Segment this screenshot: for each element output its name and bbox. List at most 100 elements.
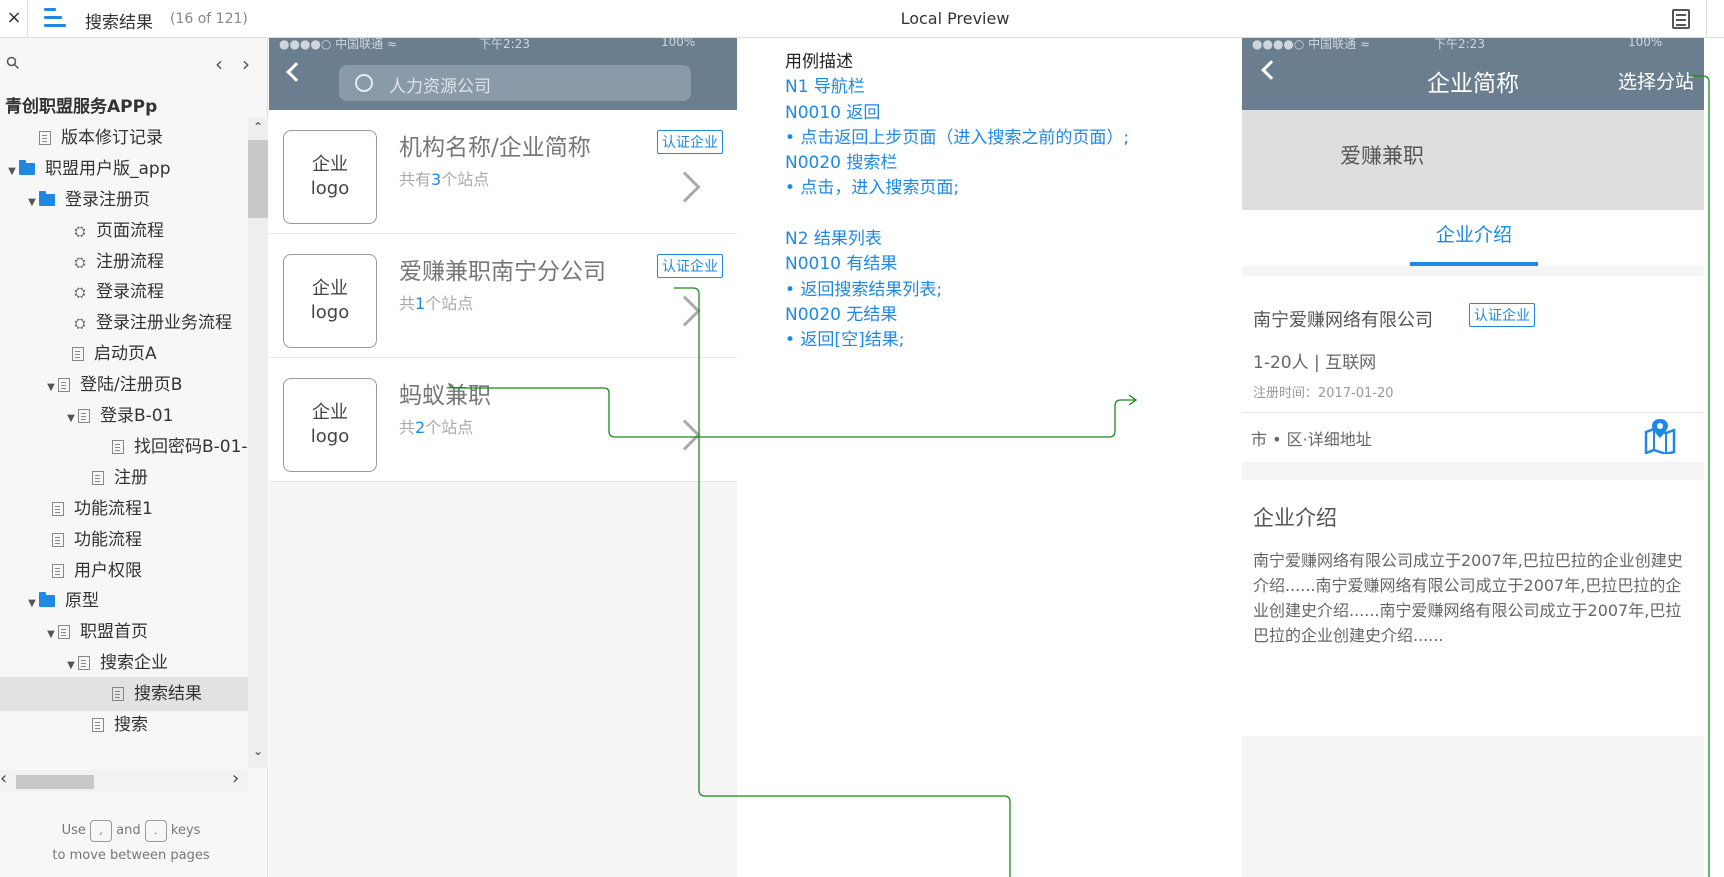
sidebar-item-label: 青创职盟服务APPp — [5, 97, 158, 117]
sidebar-item-label: 注册流程 — [96, 251, 164, 272]
company-info-card: 南宁爱赚网络有限公司 认证企业 1-20人 | 互联网 注册时间：2017-01… — [1242, 276, 1704, 462]
scroll-up-icon[interactable]: ⌃ — [248, 120, 268, 134]
back-icon[interactable] — [286, 62, 306, 82]
result-item[interactable]: 企业 logo 爱赚兼职南宁分公司 共1个站点 认证企业 — [269, 234, 737, 358]
scroll-right-icon[interactable]: › — [232, 768, 239, 789]
map-pin-icon[interactable] — [1644, 418, 1676, 454]
folder-icon — [19, 159, 35, 175]
prev-page-icon[interactable]: ‹ — [215, 52, 223, 76]
search-icon[interactable] — [6, 56, 20, 70]
scroll-down-icon[interactable]: ⌄ — [248, 744, 268, 758]
sidebar-item-label: 搜索企业 — [100, 653, 168, 674]
description-line: N1 导航栏 — [785, 77, 865, 98]
company-logo: 企业 logo — [283, 378, 377, 472]
sidebar-item[interactable]: ⛭ 注册流程 — [58, 245, 164, 279]
sidebar-item[interactable]: 找回密码B-01-1 — [98, 430, 248, 464]
description-line: • 点击返回上步页面（进入搜索之前的页面）; — [785, 127, 1130, 148]
notes-icon[interactable] — [1672, 9, 1690, 29]
key-prev: , — [90, 819, 112, 842]
sidebar-item-label: 登陆/注册页B — [80, 375, 183, 396]
chevron-right-icon — [669, 171, 701, 203]
page-icon — [58, 378, 70, 393]
sidebar-item-label: 职盟用户版_app — [45, 158, 171, 179]
intro-text: 南宁爱赚网络有限公司成立于2007年,巴拉巴拉的企业创建史介绍......南宁爱… — [1253, 551, 1683, 645]
sidebar-item[interactable]: 功能流程1 — [38, 492, 153, 526]
tab-company-intro[interactable]: 企业介绍 — [1410, 220, 1538, 247]
expand-arrow-icon[interactable]: ▼ — [44, 371, 58, 405]
vertical-scrollbar[interactable]: ⌃ ⌄ — [248, 118, 268, 768]
company-intro-card: 企业介绍 南宁爱赚网络有限公司成立于2007年,巴拉巴拉的企业创建史介绍....… — [1242, 480, 1704, 736]
company-address[interactable]: 市 • 区·详细地址 — [1251, 426, 1372, 450]
sidebar-item-label: 功能流程 — [74, 529, 142, 550]
sidebar-item[interactable]: 用户权限 — [38, 554, 142, 588]
result-item[interactable]: 企业 logo 蚂蚁兼职 共2个站点 — [269, 358, 737, 482]
link-arrow — [1128, 394, 1138, 406]
sidebar-item[interactable]: 搜索结果 — [0, 677, 248, 712]
sidebar-item-label: 版本修订记录 — [61, 127, 163, 148]
flow-icon: ⛭ — [74, 316, 86, 333]
sidebar-item[interactable]: 青创职盟服务APPp — [5, 90, 157, 124]
certified-badge: 认证企业 — [657, 254, 723, 278]
sidebar-item[interactable]: 功能流程 — [38, 523, 142, 557]
horizontal-scrollbar[interactable]: ‹ › — [0, 768, 248, 792]
sidebar-item-label: 功能流程1 — [74, 498, 153, 519]
sidebar-item[interactable]: ▼ 职盟用户版_app — [5, 152, 171, 189]
sidebar-item[interactable]: ⛭ 登录注册业务流程 — [58, 306, 232, 340]
next-page-icon[interactable]: › — [242, 52, 250, 76]
page-icon — [52, 501, 64, 516]
certified-badge: 认证企业 — [1469, 303, 1535, 327]
sidebar-item-label: 搜索 — [114, 715, 148, 735]
description-line: • 返回[空]结果; — [785, 330, 905, 351]
expand-arrow-icon[interactable]: ▼ — [44, 618, 58, 652]
company-logo: 企业 logo — [283, 130, 377, 224]
sidebar-item[interactable]: ▼ 搜索企业 — [64, 646, 168, 680]
sidebar-item[interactable]: ▼ 登录注册页 — [25, 183, 150, 217]
description-line: N0020 无结果 — [785, 304, 898, 325]
expand-arrow-icon[interactable]: ▼ — [25, 186, 39, 220]
sidebar-item-label: 搜索结果 — [134, 684, 202, 705]
sidebar-item-label: 登录注册页 — [65, 189, 150, 210]
scroll-thumb[interactable] — [248, 140, 268, 218]
page-icon — [78, 656, 90, 671]
sidebar-item-label: 登录注册业务流程 — [96, 313, 232, 334]
sidebar-item[interactable]: ▼ 登陆/注册页B — [44, 368, 182, 402]
company-logo: 企业 logo — [283, 254, 377, 348]
divider — [27, 0, 28, 38]
result-name: 蚂蚁兼职 — [399, 383, 491, 409]
status-battery: 100% — [1628, 38, 1663, 49]
search-input[interactable]: 人力资源公司 — [339, 65, 691, 101]
page-icon — [39, 130, 51, 145]
status-carrier: ●●●●○ 中国联通 ≈ — [1252, 38, 1371, 51]
close-icon[interactable]: × — [4, 6, 24, 30]
detail-navbar: ●●●●○ 中国联通 ≈ 下午2:23 100% 企业简称 选择分站 — [1242, 38, 1704, 110]
sidebar-item[interactable]: ▼ 原型 — [25, 584, 99, 618]
sitemap-toggle-icon[interactable] — [44, 8, 70, 28]
folder-icon — [39, 190, 55, 206]
sidebar-item[interactable]: ▼ 登录B-01 — [64, 399, 173, 433]
sidebar-item[interactable]: 搜索 — [78, 708, 148, 742]
sidebar-item[interactable]: ⛭ 页面流程 — [58, 214, 164, 248]
status-time: 下午2:23 — [479, 38, 530, 51]
sidebar-item-label: 启动页A — [94, 344, 157, 365]
sitemap-sidebar: ‹ › 青创职盟服务APPp 版本修订记录 ▼ 职盟用户版_app ▼ 登录注册页 ⛭ 页面流… — [0, 38, 268, 877]
expand-arrow-icon[interactable]: ▼ — [25, 587, 39, 621]
result-item[interactable]: 企业 logo 机构名称/企业简称 共有3个站点 认证企业 — [269, 110, 737, 234]
sidebar-item-label: 登录B-01 — [100, 406, 174, 426]
sidebar-item-label: 职盟首页 — [80, 622, 148, 643]
page-icon — [92, 718, 104, 732]
result-sites: 共1个站点 — [399, 294, 474, 313]
sidebar-item[interactable]: 启动页A — [58, 337, 157, 371]
sidebar-item[interactable]: ▼ 职盟首页 — [44, 615, 148, 649]
scroll-thumb[interactable] — [16, 775, 94, 789]
select-branch-button[interactable]: 选择分站 — [1618, 67, 1694, 94]
sidebar-item[interactable]: 版本修订记录 — [25, 121, 163, 155]
detail-tabbar: 企业介绍 — [1242, 210, 1704, 266]
page-icon — [72, 347, 84, 362]
expand-arrow-icon[interactable]: ▼ — [64, 402, 78, 436]
description-line: • 点击，进入搜索页面; — [785, 178, 960, 199]
sidebar-item[interactable]: ⛭ 登录流程 — [58, 275, 164, 309]
expand-arrow-icon[interactable]: ▼ — [5, 155, 19, 189]
scroll-left-icon[interactable]: ‹ — [0, 768, 7, 789]
sidebar-item[interactable]: 注册 — [78, 461, 148, 495]
keyboard-hint: Use , and . keys to move between pages — [0, 818, 262, 868]
